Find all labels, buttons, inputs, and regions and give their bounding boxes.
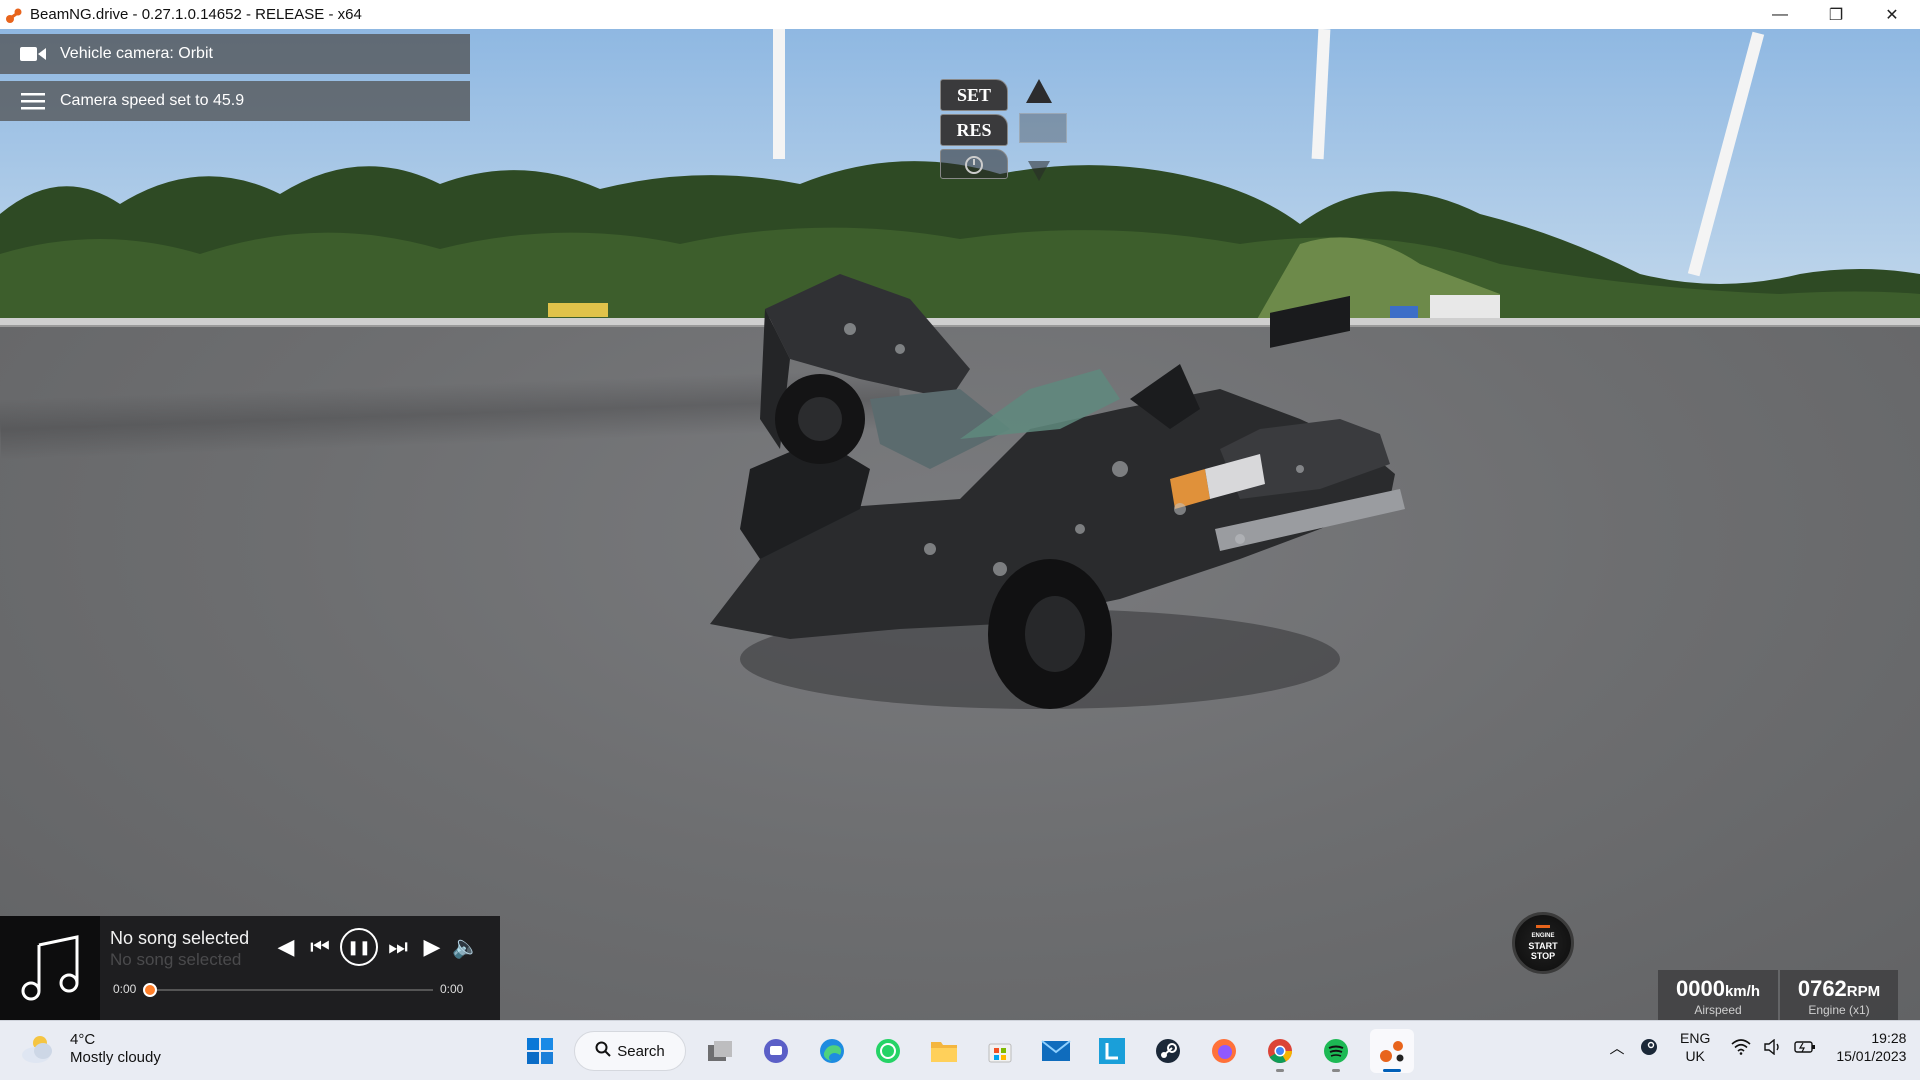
search-box[interactable]: Search — [574, 1031, 686, 1071]
time-current: 0:00 — [113, 982, 137, 996]
cruise-set-button[interactable]: SET — [940, 79, 1008, 111]
window-titlebar: BeamNG.drive - 0.27.1.0.14652 - RELEASE … — [0, 0, 1920, 29]
cruise-control: SET RES — [940, 79, 1067, 182]
beamng-icon — [4, 5, 24, 25]
engine-indicator — [1536, 925, 1550, 928]
floodlight-pole — [773, 29, 785, 159]
taskbar: 4°C Mostly cloudy Search ︿ ENG UK 19:28 … — [0, 1020, 1920, 1080]
cruise-speed-display — [1019, 113, 1067, 143]
song-subtitle: No song selected — [110, 950, 242, 969]
running-indicator — [1383, 1069, 1401, 1072]
steam-icon[interactable] — [1146, 1029, 1190, 1073]
task-view-icon[interactable] — [698, 1029, 742, 1073]
camera-notification: Vehicle camera: Orbit — [0, 34, 470, 74]
song-title: No song selected — [110, 928, 250, 948]
progress-knob[interactable] — [143, 983, 157, 997]
speed-notification: Camera speed set to 45.9 — [0, 81, 470, 121]
whatsapp-icon[interactable] — [866, 1029, 910, 1073]
progress-track[interactable] — [148, 989, 433, 991]
running-indicator — [1332, 1069, 1340, 1072]
minimize-button[interactable]: — — [1752, 0, 1808, 29]
game-viewport[interactable]: SET RES — [0, 29, 1920, 1020]
engine-label: ENGINE — [1531, 933, 1555, 939]
trackside-banner — [548, 303, 608, 317]
camera-notification-text: Vehicle camera: Orbit — [60, 45, 213, 62]
running-indicator — [1276, 1069, 1284, 1072]
clock[interactable]: 19:28 15/01/2023 — [1836, 1029, 1906, 1065]
speed-notification-text: Camera speed set to 45.9 — [60, 92, 245, 109]
skip-forward-icon[interactable]: ▶ — [418, 932, 446, 962]
speedometer-icon[interactable] — [940, 149, 1008, 179]
wrecked-car[interactable] — [700, 269, 1410, 739]
language-region: UK — [1685, 1048, 1705, 1064]
time-total: 0:00 — [440, 982, 464, 996]
windows-start-icon[interactable] — [518, 1029, 562, 1073]
pause-icon[interactable]: ❚❚ — [340, 928, 378, 966]
language-code: ENG — [1680, 1030, 1711, 1046]
battery-icon[interactable] — [1794, 1036, 1816, 1058]
stop-label: STOP — [1530, 951, 1556, 961]
l-app-icon[interactable] — [1090, 1029, 1134, 1073]
start-label: START — [1528, 941, 1558, 951]
cruise-res-button[interactable]: RES — [940, 114, 1008, 146]
search-label: Search — [617, 1042, 665, 1060]
rpm-label: Engine (x1) — [1808, 1003, 1870, 1017]
arrow-up-icon[interactable] — [1026, 79, 1052, 103]
firefox-icon[interactable] — [1202, 1029, 1246, 1073]
speed-value: 0000 — [1676, 976, 1725, 1001]
mail-icon[interactable] — [1034, 1029, 1078, 1073]
speaker-icon[interactable] — [1762, 1036, 1784, 1058]
close-button[interactable]: ✕ — [1864, 0, 1920, 29]
weather-widget[interactable]: 4°C Mostly cloudy — [20, 1031, 161, 1067]
engine-start-stop-button[interactable]: ENGINE START STOP — [1512, 912, 1574, 974]
system-tray: ︿ ENG UK 19:28 15/01/2023 — [1606, 1029, 1906, 1065]
volume-icon[interactable]: 🔈 — [452, 932, 480, 962]
language-indicator[interactable]: ENG UK — [1680, 1029, 1710, 1065]
airspeed-gauge: 0000km/h Airspeed — [1658, 970, 1778, 1020]
microsoft-store-icon[interactable] — [978, 1029, 1022, 1073]
wifi-icon[interactable] — [1730, 1036, 1752, 1058]
window-title: BeamNG.drive - 0.27.1.0.14652 - RELEASE … — [30, 6, 362, 23]
weather-condition: Mostly cloudy — [70, 1049, 161, 1066]
trackside-banner — [1430, 295, 1500, 319]
teams-chat-icon[interactable] — [754, 1029, 798, 1073]
cloud-icon — [20, 1033, 56, 1065]
skip-back-icon[interactable]: ◀ — [272, 932, 300, 962]
speed-label: Airspeed — [1694, 1003, 1742, 1017]
restore-button[interactable]: ❐ — [1808, 0, 1864, 29]
music-player: No song selected No song selected ◀ ⏮ ❚❚… — [0, 916, 500, 1020]
spotify-icon[interactable] — [1314, 1029, 1358, 1073]
weather-temp: 4°C — [70, 1031, 96, 1048]
clock-time: 19:28 — [1871, 1030, 1907, 1046]
chrome-icon[interactable] — [1258, 1029, 1302, 1073]
file-explorer-icon[interactable] — [922, 1029, 966, 1073]
search-icon — [595, 1041, 611, 1061]
chevron-up-icon[interactable]: ︿ — [1606, 1036, 1628, 1058]
rpm-unit: RPM — [1846, 983, 1881, 1000]
edge-icon[interactable] — [810, 1029, 854, 1073]
music-note-icon — [0, 916, 100, 1020]
menu-icon[interactable] — [18, 90, 48, 112]
rpm-value: 0762 — [1797, 976, 1847, 1001]
beamng-taskbar-icon[interactable] — [1370, 1029, 1414, 1073]
clock-date: 15/01/2023 — [1836, 1048, 1907, 1064]
rpm-gauge: 0762RPM Engine (x1) — [1780, 970, 1898, 1020]
speed-unit: km/h — [1724, 983, 1760, 1000]
steam-tray-icon[interactable] — [1638, 1036, 1660, 1058]
next-icon[interactable]: ⏭ — [384, 932, 412, 962]
arrow-down-icon[interactable] — [1028, 161, 1050, 181]
video-camera-icon — [18, 43, 48, 65]
previous-icon[interactable]: ⏮ — [306, 932, 334, 962]
